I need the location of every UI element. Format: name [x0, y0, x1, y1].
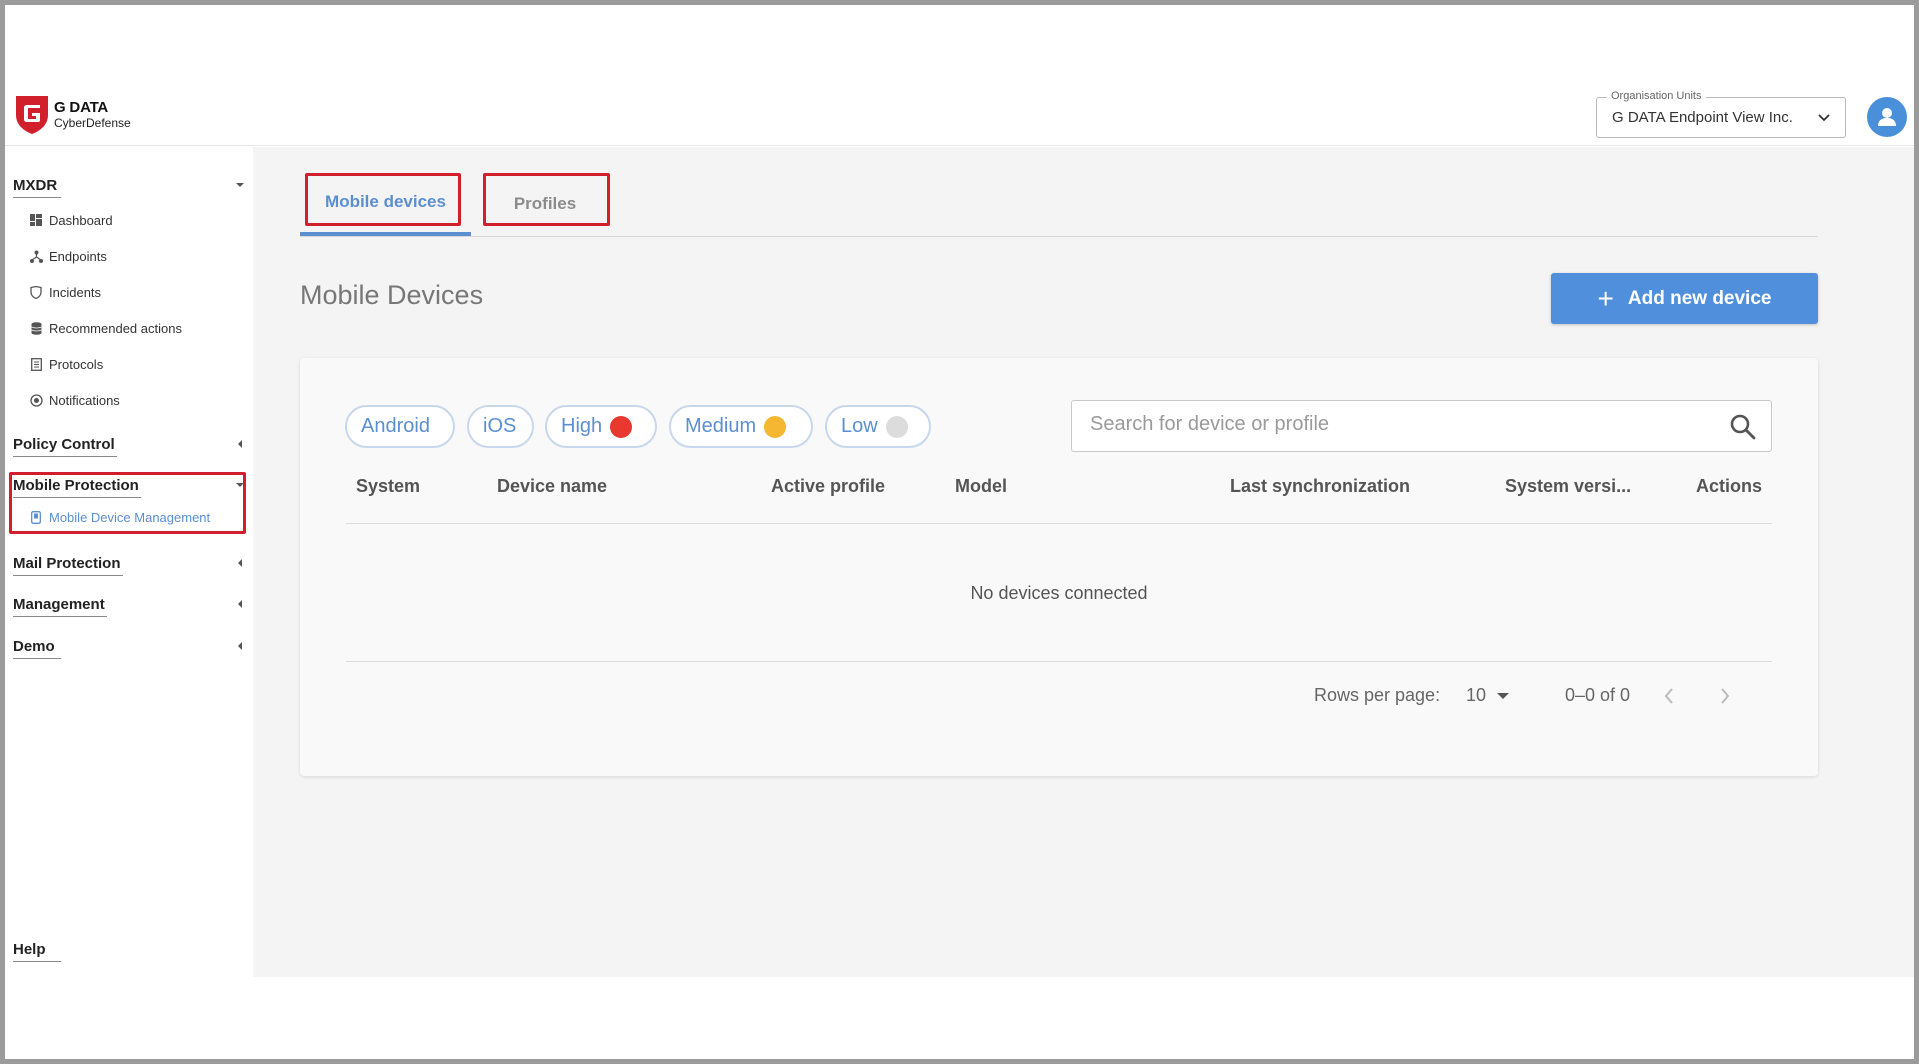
network-icon — [29, 249, 43, 263]
sidebar: MXDR Dashboard Endpoints Incidents Recom… — [5, 147, 253, 977]
section-label: Policy Control — [13, 434, 117, 457]
sidebar-section-mobile-protection[interactable]: Mobile Protection — [13, 475, 245, 499]
highlight-box-profiles-tab — [483, 173, 610, 226]
filter-chip-android[interactable]: Android — [345, 405, 455, 448]
section-label: Demo — [13, 636, 61, 659]
caret-down-icon — [236, 183, 244, 187]
org-value: G DATA Endpoint View Inc. — [1612, 109, 1793, 126]
column-header-device-name[interactable]: Device name — [497, 476, 607, 497]
column-header-system-version[interactable]: System versi... — [1505, 476, 1631, 497]
column-header-active-profile[interactable]: Active profile — [771, 476, 885, 497]
table-header-divider — [346, 523, 1772, 524]
rows-per-page-select[interactable]: 10 — [1466, 685, 1510, 706]
dashboard-icon — [29, 213, 43, 227]
caret-left-icon — [238, 642, 242, 650]
devices-card: Android iOS High Medium Low System Devic… — [300, 358, 1818, 776]
search-input[interactable] — [1090, 413, 1690, 436]
sidebar-section-mail-protection[interactable]: Mail Protection — [13, 553, 245, 577]
table-footer-divider — [346, 661, 1772, 662]
sidebar-item-label: Protocols — [49, 356, 104, 372]
chevron-down-icon — [1818, 114, 1830, 122]
user-icon — [1878, 108, 1896, 126]
pagination-range: 0–0 of 0 — [1565, 685, 1631, 705]
brand-sub: CyberDefense — [54, 115, 131, 130]
chip-label: Low — [841, 415, 878, 437]
severity-low-dot — [885, 415, 908, 438]
button-label: Add new device — [1627, 287, 1772, 309]
column-header-model[interactable]: Model — [955, 476, 1007, 497]
app-header: G DATA CyberDefense Organisation Units G… — [5, 5, 1914, 146]
chevron-left-icon[interactable] — [1662, 686, 1676, 706]
severity-high-dot — [610, 415, 633, 438]
caret-left-icon — [238, 559, 242, 567]
chevron-right-icon[interactable] — [1718, 686, 1732, 706]
sidebar-item-label: Notifications — [49, 392, 120, 408]
sidebar-help-link[interactable]: Help — [13, 939, 245, 963]
user-avatar[interactable] — [1867, 97, 1907, 137]
sidebar-item-label: Dashboard — [49, 212, 113, 228]
section-label: Management — [13, 594, 107, 617]
column-header-last-synchronization[interactable]: Last synchronization — [1230, 476, 1410, 497]
plus-icon: + — [1597, 282, 1614, 314]
rows-per-page-label: Rows per page: — [1314, 685, 1441, 705]
section-label: MXDR — [13, 175, 61, 198]
gdata-logo[interactable]: G DATA CyberDefense — [13, 93, 131, 135]
sidebar-item-dashboard[interactable]: Dashboard — [29, 211, 113, 229]
section-label: Help — [13, 939, 61, 962]
search-box — [1071, 400, 1772, 452]
organisation-units-select[interactable]: Organisation Units G DATA Endpoint View … — [1596, 90, 1846, 138]
severity-medium-dot — [764, 415, 787, 438]
section-label: Mail Protection — [13, 553, 123, 576]
caret-left-icon — [238, 600, 242, 608]
sidebar-item-protocols[interactable]: Protocols — [29, 355, 103, 373]
notification-icon — [29, 393, 43, 407]
search-icon[interactable] — [1729, 413, 1757, 441]
tab-bar: Mobile devices Profiles — [300, 171, 1818, 237]
main-content: Mobile devices Profiles Mobile Devices +… — [253, 147, 1914, 977]
sidebar-item-label: Endpoints — [49, 248, 107, 264]
filter-chip-medium[interactable]: Medium — [669, 405, 813, 448]
sidebar-item-mobile-device-management[interactable]: Mobile Device Management — [29, 508, 210, 526]
rows-per-page-value: 10 — [1466, 685, 1487, 705]
sidebar-item-endpoints[interactable]: Endpoints — [29, 247, 107, 265]
add-new-device-button[interactable]: + Add new device — [1551, 273, 1818, 324]
sidebar-section-management[interactable]: Management — [13, 594, 245, 618]
caret-left-icon — [238, 440, 242, 448]
column-header-actions: Actions — [1696, 476, 1763, 496]
document-icon — [29, 357, 43, 371]
caret-down-icon — [1497, 692, 1510, 699]
gdata-shield-icon — [16, 96, 48, 134]
sidebar-item-label: Recommended actions — [49, 320, 182, 336]
sidebar-item-label: Incidents — [49, 284, 102, 300]
sidebar-section-policy-control[interactable]: Policy Control — [13, 434, 245, 458]
chip-label: Android — [361, 415, 430, 437]
section-label: Mobile Protection — [13, 475, 141, 498]
chip-label: High — [561, 415, 603, 437]
brand-name: G DATA — [54, 98, 109, 116]
shield-icon — [29, 285, 43, 299]
sidebar-item-label: Mobile Device Management — [49, 509, 211, 525]
database-icon — [29, 321, 43, 335]
org-legend: Organisation Units — [1607, 90, 1706, 102]
sidebar-item-incidents[interactable]: Incidents — [29, 283, 101, 301]
empty-state-text: No devices connected — [970, 583, 1148, 603]
sidebar-section-mxdr[interactable]: MXDR — [13, 175, 245, 199]
sidebar-section-demo[interactable]: Demo — [13, 636, 245, 660]
filter-chip-high[interactable]: High — [545, 405, 657, 448]
chip-label: Medium — [685, 415, 757, 437]
chip-label: iOS — [483, 415, 517, 437]
column-header-system[interactable]: System — [356, 476, 420, 497]
sidebar-item-recommended-actions[interactable]: Recommended actions — [29, 319, 182, 337]
page-title: Mobile Devices — [300, 280, 484, 310]
highlight-box-mobile-devices-tab — [305, 173, 461, 226]
filter-chip-ios[interactable]: iOS — [467, 405, 534, 448]
filter-chip-low[interactable]: Low — [825, 405, 931, 448]
sidebar-item-notifications[interactable]: Notifications — [29, 391, 120, 409]
mobile-phone-icon — [29, 510, 43, 524]
caret-down-icon — [236, 483, 244, 487]
